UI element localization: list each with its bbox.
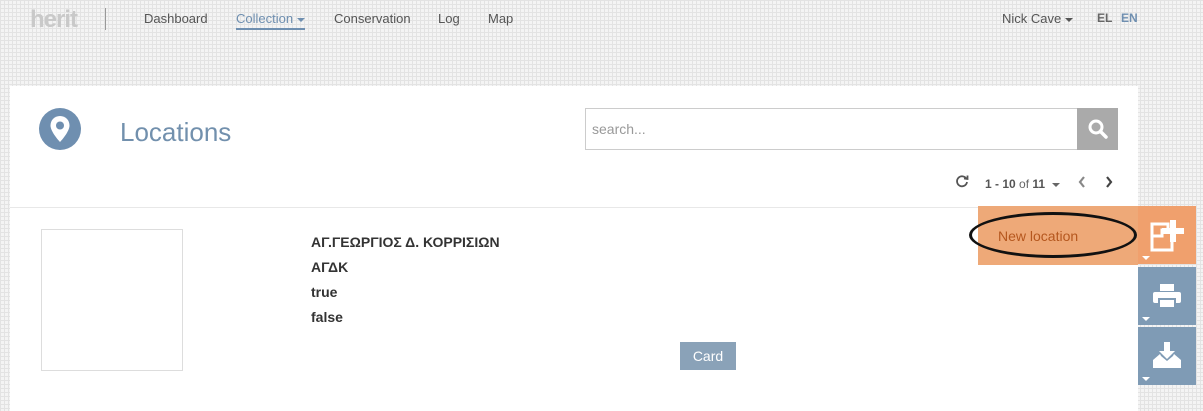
record-flag-1: true (311, 284, 338, 300)
search-input[interactable] (585, 108, 1079, 150)
search-button[interactable] (1077, 108, 1118, 150)
nav-map[interactable]: Map (488, 11, 513, 26)
lang-en[interactable]: EN (1121, 11, 1138, 25)
user-menu[interactable]: Nick Cave (1002, 11, 1074, 26)
page-title: Locations (120, 117, 232, 147)
chevron-down-icon (1142, 256, 1150, 260)
chevron-down-icon (297, 17, 306, 22)
download-icon (1153, 342, 1181, 368)
chevron-right-icon (1106, 176, 1113, 188)
print-button[interactable] (1138, 267, 1196, 325)
app-logo[interactable]: herit (30, 6, 78, 34)
chevron-left-icon (1078, 176, 1085, 188)
record-flag-2: false (311, 309, 343, 325)
refresh-button[interactable] (955, 174, 969, 193)
refresh-icon (956, 175, 969, 188)
add-button[interactable] (1138, 206, 1196, 264)
export-button[interactable] (1138, 327, 1196, 385)
nav-conservation[interactable]: Conservation (334, 11, 411, 26)
nav-collection-label: Collection (236, 11, 294, 26)
user-name: Nick Cave (1002, 11, 1062, 26)
record-name: ΑΓ.ΓΕΩΡΓΙΟΣ Δ. ΚΟΡΡΙΣΙΩΝ (311, 234, 500, 250)
top-navbar: herit Dashboard Collection Conservation … (0, 0, 1203, 38)
pagination-total: 11 (1032, 177, 1046, 191)
map-pin-icon (39, 108, 81, 150)
pagination-of: of (1019, 177, 1030, 191)
next-page-button[interactable] (1104, 175, 1114, 194)
card-button[interactable]: Card (680, 342, 736, 370)
prev-page-button[interactable] (1077, 175, 1087, 194)
page-header: Locations 1 - 10 of 11 (10, 86, 1138, 208)
pagination-range[interactable]: 1 - 10 of 11 (985, 177, 1061, 191)
search-icon (1088, 119, 1108, 139)
record-code: ΑΓΔΚ (311, 259, 349, 275)
chevron-down-icon (1142, 377, 1150, 381)
print-icon (1153, 284, 1181, 309)
new-location-button[interactable]: New location (969, 206, 1138, 265)
chevron-down-icon (1142, 317, 1150, 321)
main-panel: Locations 1 - 10 of 11 (10, 86, 1138, 411)
nav-log[interactable]: Log (438, 11, 460, 26)
pagination-range-value: 1 - 10 (985, 177, 1016, 191)
divider (10, 207, 1138, 208)
nav-collection[interactable]: Collection (236, 11, 306, 30)
add-document-icon (1150, 220, 1184, 252)
chevron-down-icon (1052, 182, 1061, 187)
record-thumbnail[interactable] (41, 229, 183, 371)
nav-dashboard[interactable]: Dashboard (144, 11, 208, 26)
logo-divider (105, 8, 106, 30)
highlight-oval (969, 212, 1137, 258)
chevron-down-icon (1065, 17, 1074, 22)
lang-el[interactable]: EL (1097, 11, 1112, 25)
